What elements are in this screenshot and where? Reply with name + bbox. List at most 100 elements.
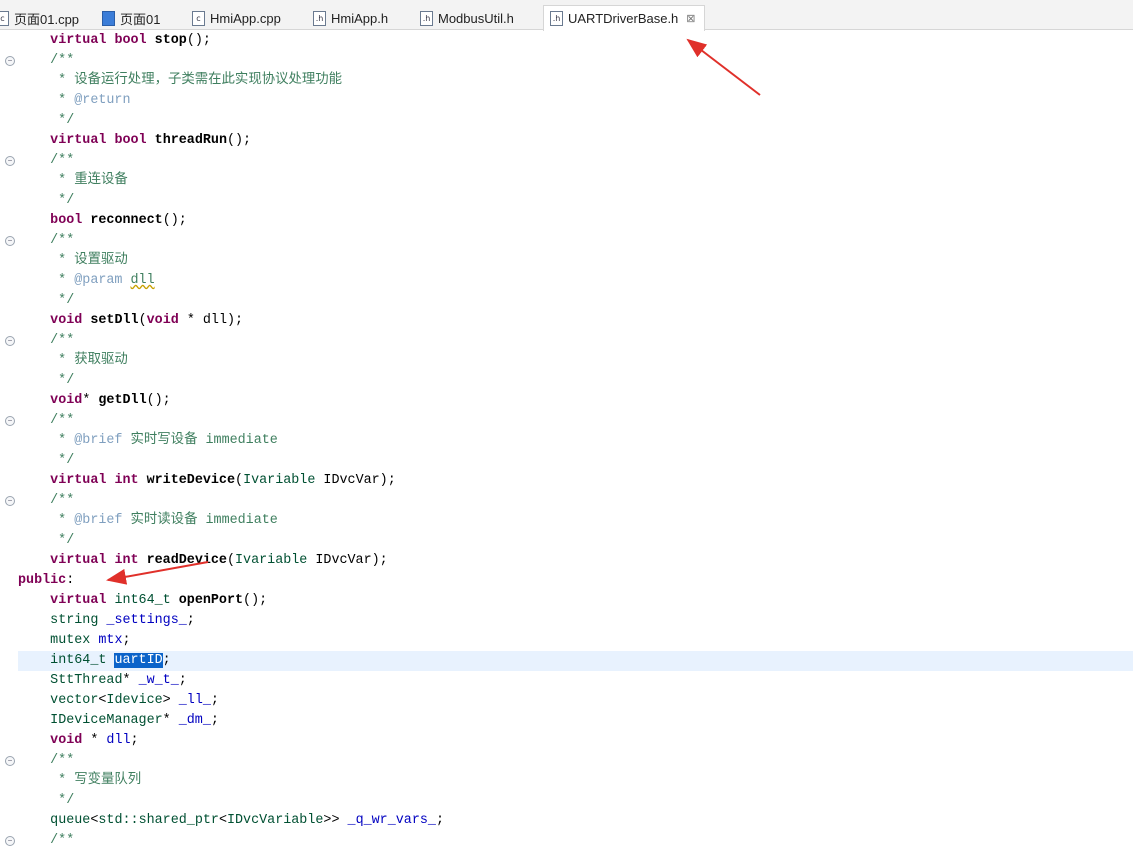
code-text: virtual int64_t openPort(); (18, 591, 1133, 611)
code-line[interactable]: public: (0, 571, 1133, 591)
fold-toggle-icon[interactable]: − (5, 56, 15, 66)
code-token: (); (146, 393, 171, 408)
close-tab-icon[interactable]: ⊠ (686, 12, 695, 25)
tab-label: UARTDriverBase.h (568, 11, 679, 26)
fold-toggle-icon[interactable]: − (5, 336, 15, 346)
code-line[interactable]: − /** (0, 331, 1133, 351)
code-line[interactable]: void* getDll(); (0, 391, 1133, 411)
code-line[interactable]: − /** (0, 51, 1133, 71)
selected-text: uartID (114, 653, 163, 668)
code-line[interactable]: * 重连设备 (0, 171, 1133, 191)
code-token: public (18, 573, 67, 588)
code-line[interactable]: virtual bool threadRun(); (0, 131, 1133, 151)
code-line[interactable]: */ (0, 371, 1133, 391)
code-text: virtual bool stop(); (18, 31, 1133, 51)
code-text: /** (18, 51, 1133, 71)
code-token: /** (18, 233, 75, 248)
code-token: : (66, 573, 75, 588)
code-token: >> (323, 813, 348, 828)
code-line[interactable]: virtual int readDevice(Ivariable IDvcVar… (0, 551, 1133, 571)
fold-toggle-icon[interactable]: − (5, 756, 15, 766)
code-token: * (162, 713, 179, 728)
tab-2[interactable]: c HmiApp.cpp (192, 6, 281, 30)
code-text: /** (18, 231, 1133, 251)
code-text: /** (18, 331, 1133, 351)
code-line[interactable]: string _settings_; (0, 611, 1133, 631)
code-line[interactable]: */ (0, 791, 1133, 811)
code-text: */ (18, 451, 1133, 471)
code-token: /** (18, 833, 75, 848)
tab-4[interactable]: .h ModbusUtil.h (420, 6, 514, 30)
code-line[interactable]: */ (0, 291, 1133, 311)
code-text: * 设置驱动 (18, 251, 1133, 271)
tab-0[interactable]: c 页面01.cpp (0, 6, 79, 30)
code-line[interactable]: * @brief 实时写设备 immediate (0, 431, 1133, 451)
code-line[interactable]: */ (0, 111, 1133, 131)
code-line[interactable]: */ (0, 531, 1133, 551)
code-line[interactable]: * 写变量队列 (0, 771, 1133, 791)
code-line[interactable]: * 设备运行处理，子类需在此实现协议处理功能 (0, 71, 1133, 91)
fold-toggle-icon[interactable]: − (5, 236, 15, 246)
code-line[interactable]: bool reconnect(); (0, 211, 1133, 231)
code-line[interactable]: mutex mtx; (0, 631, 1133, 651)
fold-toggle-icon[interactable]: − (5, 156, 15, 166)
code-text: IDeviceManager* _dm_; (18, 711, 1133, 731)
code-line[interactable]: virtual int writeDevice(Ivariable IDvcVa… (0, 471, 1133, 491)
code-token: * (18, 433, 75, 448)
code-line[interactable]: */ (0, 191, 1133, 211)
code-line[interactable]: * @param dll (0, 271, 1133, 291)
tab-3[interactable]: .h HmiApp.h (313, 6, 388, 30)
code-line[interactable]: − /** (0, 231, 1133, 251)
code-token: void (146, 313, 179, 328)
tab-label: HmiApp.h (331, 10, 389, 26)
code-line[interactable]: * @brief 实时读设备 immediate (0, 511, 1133, 531)
tab-1[interactable]: 页面01 (102, 6, 160, 30)
code-text: bool reconnect(); (18, 211, 1133, 231)
code-token: virtual (50, 33, 107, 48)
code-line[interactable]: vector<Idevice> _ll_; (0, 691, 1133, 711)
fold-toggle-icon[interactable]: − (5, 836, 15, 846)
code-line[interactable]: void * dll; (0, 731, 1133, 751)
code-line[interactable]: − /** (0, 411, 1133, 431)
code-token: > (162, 693, 179, 708)
code-token: writeDevice (146, 473, 236, 488)
code-token: ; (435, 813, 444, 828)
code-line[interactable]: virtual bool stop(); (0, 31, 1133, 51)
tab-5[interactable]: .h UARTDriverBase.h ⊠ (543, 5, 705, 31)
code-token: _q_wr_vars_ (347, 813, 436, 828)
code-token: */ (18, 453, 75, 468)
code-token: * (18, 273, 75, 288)
code-text: /** (18, 411, 1133, 431)
code-line[interactable]: * 设置驱动 (0, 251, 1133, 271)
code-line[interactable]: queue<std::shared_ptr<IDvcVariable>> _q_… (0, 811, 1133, 831)
code-line[interactable]: int64_t uartID; (0, 651, 1133, 671)
code-line[interactable]: * @return (0, 91, 1133, 111)
code-line[interactable]: − /** (0, 151, 1133, 171)
code-line[interactable]: − /** (0, 491, 1133, 511)
code-token: /** (18, 153, 75, 168)
code-token: */ (18, 793, 75, 808)
code-token: ( (226, 553, 236, 568)
code-token: */ (18, 533, 75, 548)
code-line[interactable]: * 获取驱动 (0, 351, 1133, 371)
fold-toggle-icon[interactable]: − (5, 496, 15, 506)
code-token: getDll (98, 393, 147, 408)
code-line[interactable]: SttThread* _w_t_; (0, 671, 1133, 691)
code-line[interactable]: */ (0, 451, 1133, 471)
code-text: * 设备运行处理，子类需在此实现协议处理功能 (18, 71, 1133, 91)
code-line[interactable]: IDeviceManager* _dm_; (0, 711, 1133, 731)
code-editor[interactable]: virtual bool stop(); − /** * 设备运行处理，子类需在此… (0, 31, 1133, 849)
code-line[interactable]: − /** (0, 751, 1133, 771)
code-text: mutex mtx; (18, 631, 1133, 651)
fold-toggle-icon[interactable]: − (5, 416, 15, 426)
code-line[interactable]: − /** (0, 831, 1133, 851)
code-text: * 获取驱动 (18, 351, 1133, 371)
code-line[interactable]: void setDll(void * dll); (0, 311, 1133, 331)
code-text: void * dll; (18, 731, 1133, 751)
code-line[interactable]: virtual int64_t openPort(); (0, 591, 1133, 611)
